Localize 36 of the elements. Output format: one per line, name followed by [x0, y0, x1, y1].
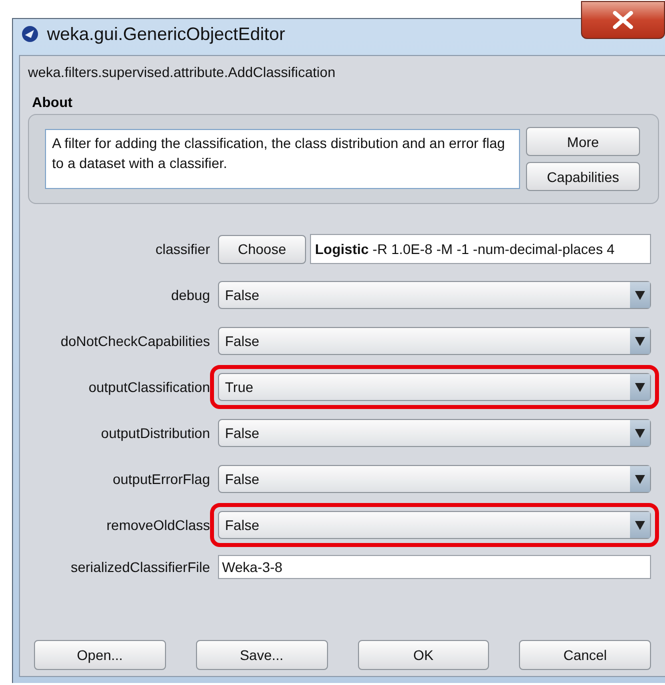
dropdown[interactable]: True — [218, 373, 651, 401]
dropdown[interactable]: False — [218, 281, 651, 309]
property-label: outputErrorFlag — [112, 471, 211, 487]
dialog-button[interactable]: OK — [358, 640, 490, 670]
dialog-button[interactable]: Open... — [34, 640, 166, 670]
dropdown[interactable]: False — [218, 419, 651, 447]
text-field[interactable]: Weka-3-8 — [218, 555, 651, 579]
caret-icon — [635, 336, 645, 346]
property-label: removeOldClass — [106, 517, 211, 533]
dialog-button[interactable]: Save... — [196, 640, 328, 670]
dropdown[interactable]: False — [218, 511, 651, 539]
classifier-field[interactable]: Logistic -R 1.0E-8 -M -1 -num-decimal-places 4 — [310, 234, 651, 264]
close-button[interactable] — [581, 1, 665, 39]
about-button[interactable]: More — [526, 127, 640, 156]
caret-icon — [635, 474, 645, 484]
caret-icon — [635, 382, 645, 392]
dropdown[interactable]: False — [218, 327, 651, 355]
property-label: outputClassification — [88, 379, 211, 395]
property-label: debug — [170, 287, 211, 303]
choose-button[interactable]: Choose — [218, 234, 306, 264]
class-name: weka.filters.supervised.attribute.AddClassification — [28, 64, 336, 80]
app-icon — [21, 25, 39, 43]
about-button[interactable]: Capabilities — [526, 162, 640, 191]
property-label: doNotCheckCapabilities — [60, 333, 211, 349]
dropdown[interactable]: False — [218, 465, 651, 493]
property-label: serializedClassifierFile — [70, 559, 211, 575]
window-title: weka.gui.GenericObjectEditor — [47, 24, 286, 44]
about-heading: About — [32, 94, 74, 110]
about-text: A filter for adding the classification, the class distribution and an error flag to a dataset with a classifier. — [45, 129, 520, 189]
caret-icon — [635, 520, 645, 530]
caret-icon — [635, 290, 645, 300]
property-label: outputDistribution — [100, 425, 211, 441]
caret-icon — [635, 428, 645, 438]
property-label: classifier — [154, 241, 211, 257]
close-icon — [612, 11, 634, 29]
dialog-button[interactable]: Cancel — [519, 640, 651, 670]
